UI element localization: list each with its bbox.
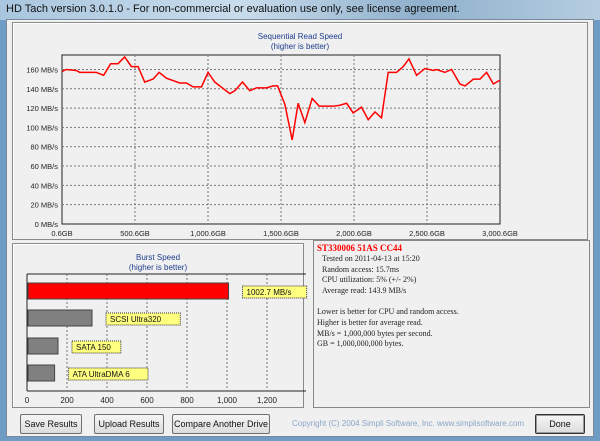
x-tick-label: 400 [100,396,114,405]
bar-label: 1002.7 MB/s [247,288,292,297]
save-results-button[interactable]: Save Results [20,414,82,434]
x-tick-label: 2,500.6GB [409,229,445,238]
x-tick-label: 600 [140,396,154,405]
drive-name: ST330006 51AS CC44 [317,243,403,253]
burst-bar [27,309,93,327]
bar-label: ATA UltraDMA 6 [73,370,131,379]
cpu-utilization: CPU utilization: 5% (+/- 2%) [322,275,417,285]
burst-bar [27,282,230,300]
x-tick-label: 1,000 [217,396,238,405]
tested-date: Tested on 2011-04-13 at 15:20 [322,253,420,263]
compare-another-drive-button[interactable]: Compare Another Drive [172,414,270,434]
burst-speed-chart: 0 200 400 600 800 1,000 1,200 1002.7 MB/s SCSI U… [25,273,308,405]
bar-label: SATA 150 [76,343,111,352]
average-read: Average read: 143.9 MB/s [322,286,407,296]
x-tick-label: 1,200 [257,396,278,405]
note: MB/s = 1,000,000 bytes per second. [317,328,433,338]
copyright-text: Copyright (C) 2004 Simpli Software, Inc.… [292,419,525,428]
upload-results-button[interactable]: Upload Results [94,414,164,434]
x-tick-label: 3,000.6GB [482,229,518,238]
note: GB = 1,000,000,000 bytes. [317,339,404,349]
done-button[interactable]: Done [535,414,585,434]
x-tick-label: 2,000.6GB [336,229,372,238]
note: Lower is better for CPU and random acces… [317,306,459,316]
x-tick-label: 800 [180,396,194,405]
bar-label: SCSI Ultra320 [110,315,162,324]
burst-bar [27,337,59,355]
random-access: Random access: 15.7ms [322,264,400,274]
x-tick-label: 200 [60,396,74,405]
note: Higher is better for average read. [317,317,423,327]
x-tick-label: 0 [25,396,30,405]
drive-info-panel: ST330006 51AS CC44 Tested on 2011-04-13 … [313,240,590,408]
burst-bar [27,364,56,382]
